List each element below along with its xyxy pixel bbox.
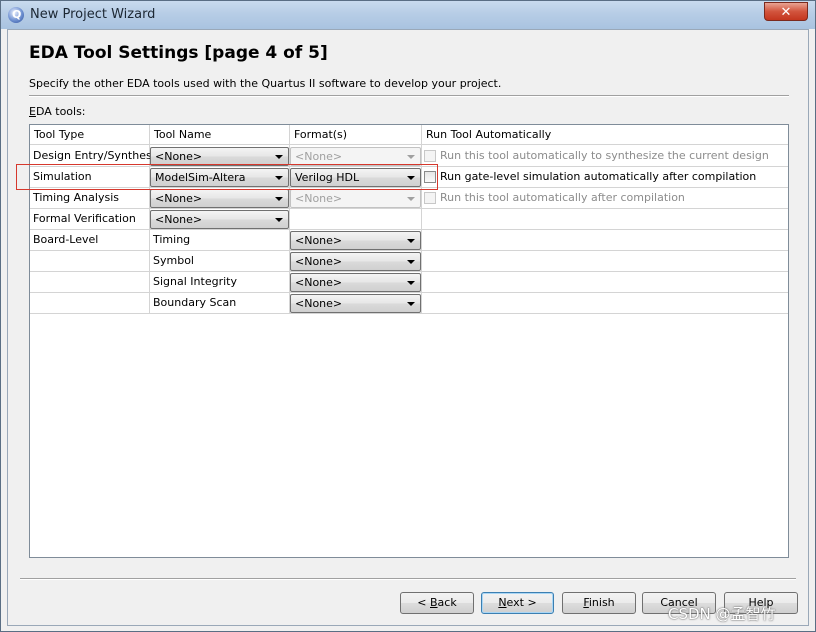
board-item-symbol: Symbol <box>153 254 194 267</box>
format-select-timing-analysis[interactable]: <None> <box>290 189 421 208</box>
format-select-value: <None> <box>295 297 343 310</box>
grid-line <box>30 250 788 251</box>
finish-button[interactable]: Finish <box>562 592 636 614</box>
grid-line <box>30 271 788 272</box>
format-select-value: <None> <box>295 192 343 205</box>
run-auto-label-timing-analysis: Run this tool automatically after compil… <box>440 191 685 204</box>
column-header-run-tool[interactable]: Run Tool Automatically <box>422 125 788 145</box>
dropdown-arrow-icon <box>407 260 415 264</box>
run-auto-checkbox-timing-analysis[interactable] <box>424 192 436 204</box>
run-auto-label-design-entry: Run this tool automatically to synthesiz… <box>440 149 769 162</box>
board-item-signal-integrity: Signal Integrity <box>153 275 237 288</box>
run-auto-label-simulation: Run gate-level simulation automatically … <box>440 170 757 183</box>
footer-separator <box>20 578 796 580</box>
back-button[interactable]: < Back <box>400 592 474 614</box>
wizard-header: EDA Tool Settings [page 4 of 5] Specify … <box>8 30 808 97</box>
tool-select-value: <None> <box>155 150 203 163</box>
dropdown-arrow-icon <box>407 281 415 285</box>
grid-line <box>421 125 422 313</box>
dropdown-arrow-icon <box>407 239 415 243</box>
board-item-boundary-scan: Boundary Scan <box>153 296 237 309</box>
tool-select-timing-analysis[interactable]: <None> <box>150 189 289 208</box>
format-select-value: <None> <box>295 255 343 268</box>
column-header-tool-name[interactable]: Tool Name <box>150 125 290 145</box>
format-select-value: <None> <box>295 276 343 289</box>
wizard-window: Q New Project Wizard ✕ EDA Tool Settings… <box>0 0 816 632</box>
next-button-mnemonic: N <box>498 596 507 609</box>
grid-line <box>30 292 788 293</box>
next-button-text: ext > <box>506 596 537 609</box>
column-header-tool-type[interactable]: Tool Type <box>30 125 150 145</box>
eda-tools-label-text: DA tools: <box>35 105 86 118</box>
format-select-board-signal-integrity[interactable]: <None> <box>290 273 421 292</box>
finish-button-text: inish <box>588 596 615 609</box>
grid-line <box>30 313 788 314</box>
row-type-timing-analysis: Timing Analysis <box>33 191 119 204</box>
quartus-icon: Q <box>8 7 24 23</box>
close-button[interactable]: ✕ <box>764 2 808 21</box>
back-button-mnemonic: B <box>430 596 438 609</box>
next-button[interactable]: Next > <box>481 592 554 614</box>
dropdown-arrow-icon <box>407 155 415 159</box>
format-select-board-boundary-scan[interactable]: <None> <box>290 294 421 313</box>
window-title: New Project Wizard <box>30 7 156 22</box>
tool-select-value: <None> <box>155 213 203 226</box>
format-select-value: <None> <box>295 234 343 247</box>
grid-line <box>30 208 788 209</box>
back-button-text: ack <box>437 596 457 609</box>
title-bar[interactable]: Q New Project Wizard ✕ <box>1 1 815 29</box>
board-item-timing: Timing <box>153 233 191 246</box>
format-select-value: <None> <box>295 150 343 163</box>
run-auto-checkbox-design-entry[interactable] <box>424 150 436 162</box>
row-type-design-entry: Design Entry/Synthesis <box>33 149 161 162</box>
grid-line <box>30 229 788 230</box>
watermark: CSDN @孟智竹 <box>668 605 776 623</box>
page-title: EDA Tool Settings [page 4 of 5] <box>29 43 328 63</box>
row-type-formal-verification: Formal Verification <box>33 212 136 225</box>
header-separator <box>29 95 789 97</box>
column-header-formats[interactable]: Format(s) <box>290 125 422 145</box>
eda-tools-mnemonic: E <box>29 105 36 118</box>
dropdown-arrow-icon <box>275 218 283 222</box>
row-type-board-level: Board-Level <box>33 233 99 246</box>
dropdown-arrow-icon <box>275 155 283 159</box>
page-description: Specify the other EDA tools used with th… <box>29 77 502 90</box>
format-select-board-timing[interactable]: <None> <box>290 231 421 250</box>
format-select-board-symbol[interactable]: <None> <box>290 252 421 271</box>
dropdown-arrow-icon <box>407 302 415 306</box>
back-button-prefix: < <box>417 596 430 609</box>
simulation-row-highlight <box>16 164 438 190</box>
dropdown-arrow-icon <box>407 197 415 201</box>
tool-select-formal-verification[interactable]: <None> <box>150 210 289 229</box>
eda-tools-label: EDA tools: <box>29 105 86 118</box>
tool-select-value: <None> <box>155 192 203 205</box>
dropdown-arrow-icon <box>275 197 283 201</box>
wizard-body: EDA Tool Settings [page 4 of 5] Specify … <box>7 29 809 626</box>
